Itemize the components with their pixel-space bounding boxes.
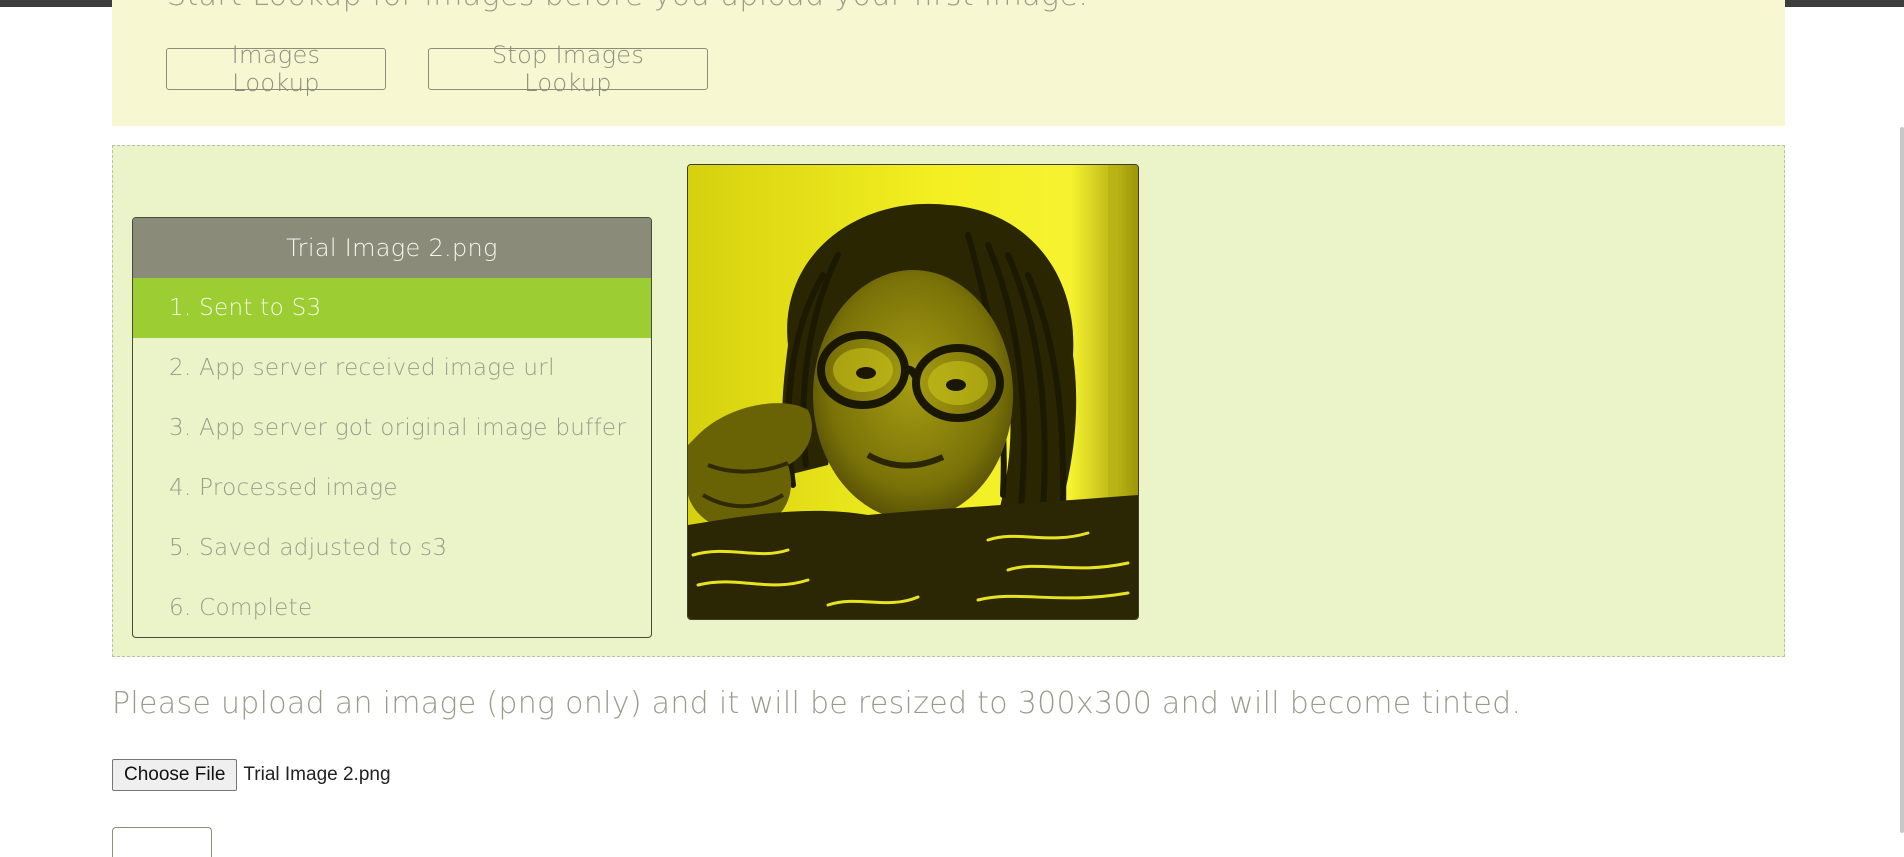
step-app-server-received-url: 2. App server received image url (169, 355, 555, 381)
images-lookup-button[interactable]: Images Lookup (166, 41, 386, 97)
selected-file-name: Trial Image 2.png (243, 764, 391, 785)
file-input-row: Choose File Trial Image 2.png (112, 759, 391, 791)
lookup-hint-text: Start Lookup for images before you uploa… (167, 0, 1088, 13)
step-complete: 6. Complete (169, 595, 313, 621)
upload-status-panel: Trial Image 2.png 1. Sent to S3 2. App s… (112, 145, 1785, 657)
page-scrollbar[interactable] (1898, 7, 1904, 839)
portrait-photo (688, 165, 1138, 619)
steps-card-title: Trial Image 2.png (133, 218, 651, 278)
step-app-server-got-buffer: 3. App server got original image buffer (169, 415, 627, 441)
tinted-image-preview (687, 164, 1139, 620)
upload-instructions: Please upload an image (png only) and it… (112, 686, 1522, 721)
choose-file-button[interactable]: Choose File (112, 759, 238, 791)
step-processed-image: 4. Processed image (169, 475, 398, 501)
stop-images-lookup-button[interactable]: Stop Images Lookup (428, 41, 708, 97)
upload-submit-button[interactable] (112, 827, 212, 857)
lookup-panel: Start Lookup for images before you uploa… (112, 0, 1785, 126)
step-saved-adjusted: 5. Saved adjusted to s3 (169, 535, 448, 561)
progress-steps-card: Trial Image 2.png 1. Sent to S3 2. App s… (132, 217, 652, 638)
scrollbar-thumb[interactable] (1900, 127, 1904, 833)
step-sent-to-s3: 1. Sent to S3 (133, 278, 651, 338)
